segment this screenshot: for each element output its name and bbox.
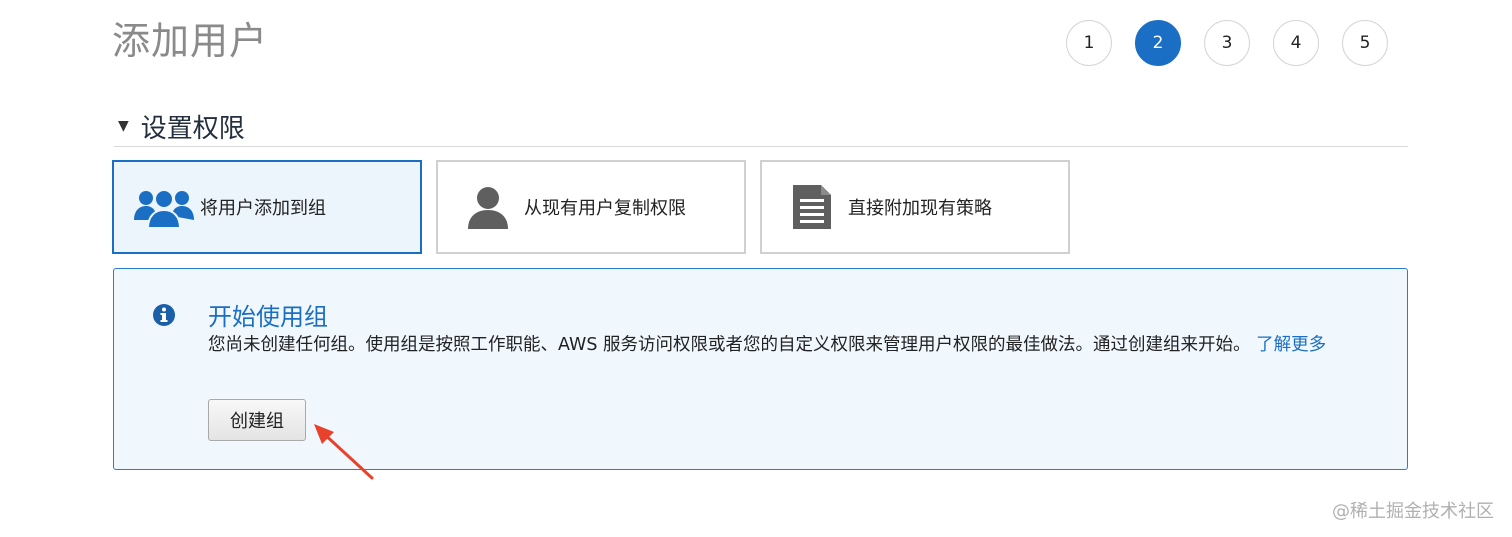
watermark: @稀土掘金技术社区 — [1332, 501, 1494, 522]
document-icon — [780, 183, 844, 231]
step-3[interactable]: 3 — [1204, 20, 1250, 66]
red-arrow-icon — [310, 420, 380, 486]
option-label: 从现有用户复制权限 — [524, 198, 686, 219]
learn-more-link[interactable]: 了解更多 — [1256, 335, 1326, 355]
option-add-to-group[interactable]: 将用户添加到组 — [112, 160, 422, 254]
permission-options: 将用户添加到组 从现有用户复制权限 直接附加现有策略 — [112, 160, 1070, 254]
section-title: 设置权限 — [140, 113, 245, 144]
page-title: 添加用户 — [112, 19, 269, 63]
step-4[interactable]: 4 — [1273, 20, 1319, 66]
option-copy-permissions[interactable]: 从现有用户复制权限 — [436, 160, 746, 254]
permissions-section-header[interactable]: ▼ 设置权限 — [114, 106, 1408, 147]
option-label: 直接附加现有策略 — [848, 198, 992, 219]
caret-down-icon: ▼ — [118, 118, 129, 134]
create-group-button[interactable]: 创建组 — [208, 399, 306, 441]
step-1[interactable]: 1 — [1066, 20, 1112, 66]
option-label: 将用户添加到组 — [200, 198, 326, 219]
info-panel: 开始使用组 您尚未创建任何组。使用组是按照工作职能、AWS 服务访问权限或者您的… — [113, 268, 1408, 470]
info-body: 您尚未创建任何组。使用组是按照工作职能、AWS 服务访问权限或者您的自定义权限来… — [208, 331, 1368, 360]
user-icon — [456, 185, 520, 229]
step-5[interactable]: 5 — [1342, 20, 1388, 66]
step-2[interactable]: 2 — [1135, 20, 1181, 66]
info-icon — [152, 303, 176, 331]
info-title: 开始使用组 — [208, 303, 328, 331]
info-body-text: 您尚未创建任何组。使用组是按照工作职能、AWS 服务访问权限或者您的自定义权限来… — [208, 335, 1251, 355]
wizard-steps: 1 2 3 4 5 — [1066, 20, 1388, 66]
option-attach-policies[interactable]: 直接附加现有策略 — [760, 160, 1070, 254]
users-group-icon — [132, 186, 196, 228]
